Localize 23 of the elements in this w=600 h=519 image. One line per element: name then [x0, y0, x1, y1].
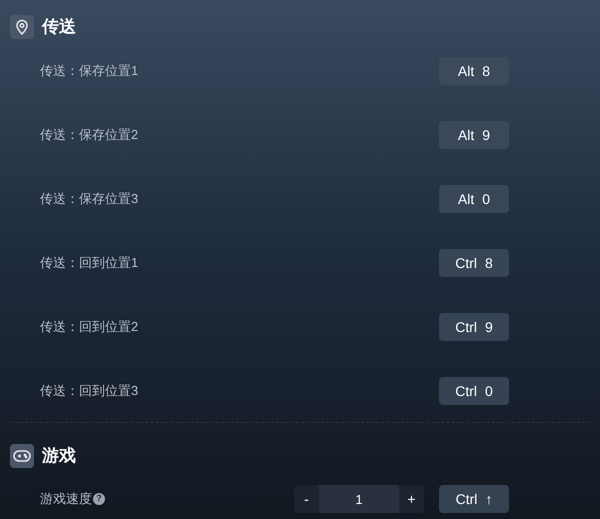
hotkey-button[interactable]: Alt 9: [439, 121, 509, 149]
hotkey-label: 传送：回到位置1: [40, 254, 140, 272]
section-title: 游戏: [42, 445, 76, 468]
map-pin-icon: [15, 19, 29, 35]
number-stepper[interactable]: - 1 +: [294, 485, 424, 513]
hotkey-button[interactable]: Ctrl ↑: [439, 485, 509, 513]
hotkey-label: 传送：保存位置1: [40, 62, 140, 80]
hotkey-label: 传送：保存位置2: [40, 126, 140, 144]
increment-button[interactable]: +: [399, 485, 424, 513]
hotkey-button[interactable]: Ctrl 0: [439, 377, 509, 405]
decrement-button[interactable]: -: [294, 485, 319, 513]
hotkey-button[interactable]: Alt 8: [439, 57, 509, 85]
section-title: 传送: [42, 16, 76, 38]
setting-label: 游戏速度: [40, 490, 92, 508]
hotkey-button[interactable]: Alt 0: [439, 185, 509, 213]
hotkey-button[interactable]: Ctrl 9: [439, 313, 509, 341]
hotkey-label: 传送：回到位置3: [40, 382, 140, 400]
hotkey-label: 传送：回到位置2: [40, 318, 140, 336]
help-icon[interactable]: ?: [93, 493, 105, 505]
number-field[interactable]: 1: [319, 485, 399, 513]
hotkey-button[interactable]: Ctrl 8: [439, 249, 509, 277]
hotkey-label: 传送：保存位置3: [40, 190, 140, 208]
gamepad-icon: [13, 449, 31, 463]
